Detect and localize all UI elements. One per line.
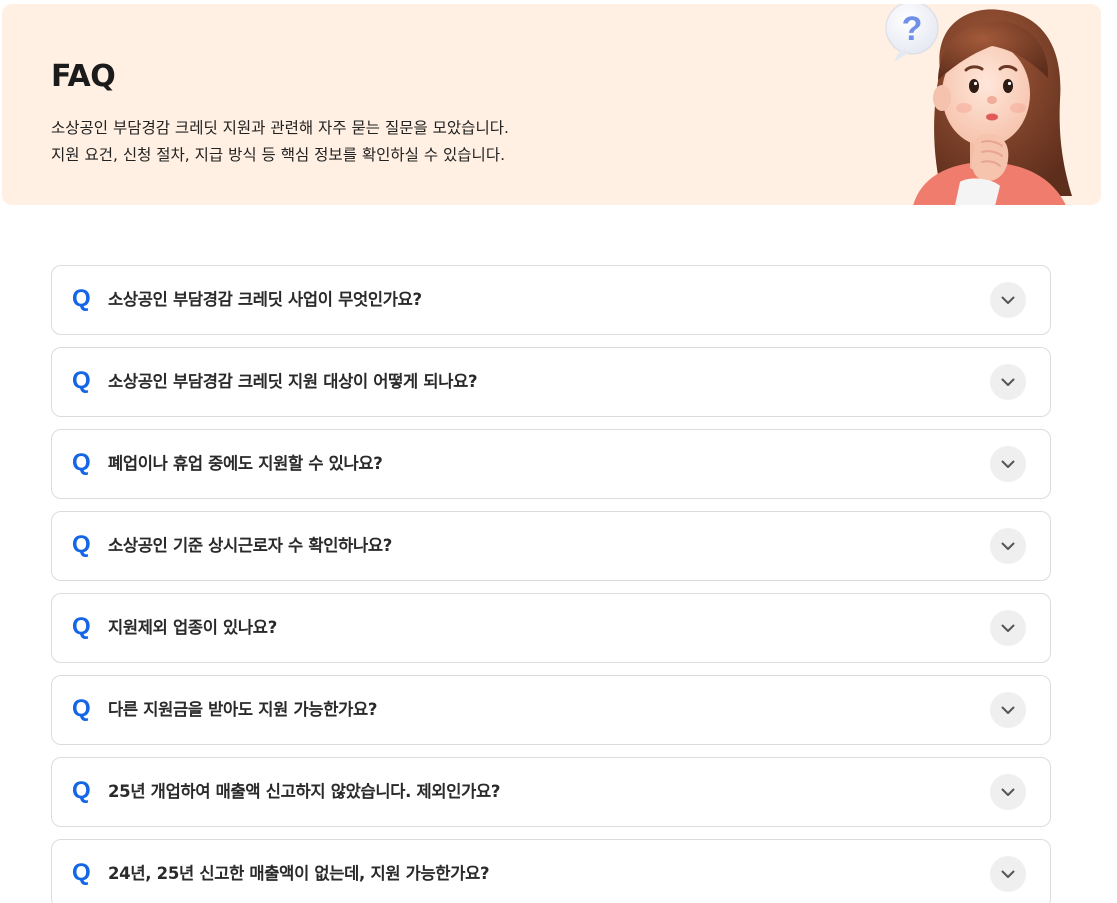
faq-toggle-button[interactable] <box>990 528 1026 564</box>
faq-item[interactable]: Q 소상공인 기준 상시근로자 수 확인하나요? <box>51 511 1051 581</box>
question-badge-icon: ? <box>902 10 923 48</box>
faq-toggle-button[interactable] <box>990 692 1026 728</box>
faq-question: 소상공인 기준 상시근로자 수 확인하나요? <box>108 536 393 555</box>
faq-q-marker: Q <box>72 859 91 886</box>
faq-item[interactable]: Q 다른 지원금을 받아도 지원 가능한가요? <box>51 675 1051 745</box>
hero-description-line: 지원 요건, 신청 절차, 지급 방식 등 핵심 정보를 확인하실 수 있습니다… <box>51 146 505 164</box>
faq-q-marker: Q <box>72 285 91 312</box>
chevron-down-icon <box>1001 788 1015 796</box>
faq-q-marker: Q <box>72 449 91 476</box>
faq-q-marker: Q <box>72 613 91 640</box>
chevron-down-icon <box>1001 542 1015 550</box>
faq-item[interactable]: Q 지원제외 업종이 있나요? <box>51 593 1051 663</box>
faq-question: 지원제외 업종이 있나요? <box>108 618 277 637</box>
chevron-down-icon <box>1001 378 1015 386</box>
faq-item[interactable]: Q 25년 개업하여 매출액 신고하지 않았습니다. 제외인가요? <box>51 757 1051 827</box>
faq-hero-banner: FAQ 소상공인 부담경감 크레딧 지원과 관련해 자주 묻는 질문을 모았습니… <box>2 4 1101 205</box>
faq-toggle-button[interactable] <box>990 282 1026 318</box>
chevron-down-icon <box>1001 706 1015 714</box>
faq-q-marker: Q <box>72 531 91 558</box>
faq-question: 소상공인 부담경감 크레딧 사업이 무엇인가요? <box>108 290 422 309</box>
faq-item[interactable]: Q 폐업이나 휴업 중에도 지원할 수 있나요? <box>51 429 1051 499</box>
faq-item[interactable]: Q 24년, 25년 신고한 매출액이 없는데, 지원 가능한가요? <box>51 839 1051 903</box>
chevron-down-icon <box>1001 460 1015 468</box>
faq-toggle-button[interactable] <box>990 446 1026 482</box>
faq-toggle-button[interactable] <box>990 610 1026 646</box>
faq-item[interactable]: Q 소상공인 부담경감 크레딧 지원 대상이 어떻게 되나요? <box>51 347 1051 417</box>
chevron-down-icon <box>1001 624 1015 632</box>
chevron-down-icon <box>1001 296 1015 304</box>
page-title: FAQ <box>51 59 116 94</box>
faq-toggle-button[interactable] <box>990 774 1026 810</box>
faq-question: 다른 지원금을 받아도 지원 가능한가요? <box>108 700 378 719</box>
faq-q-marker: Q <box>72 367 91 394</box>
chevron-down-icon <box>1001 870 1015 878</box>
faq-q-marker: Q <box>72 695 91 722</box>
faq-question: 소상공인 부담경감 크레딧 지원 대상이 어떻게 되나요? <box>108 372 478 391</box>
hero-description-line: 소상공인 부담경감 크레딧 지원과 관련해 자주 묻는 질문을 모았습니다. <box>51 119 509 137</box>
faq-toggle-button[interactable] <box>990 364 1026 400</box>
faq-list: Q 소상공인 부담경감 크레딧 사업이 무엇인가요? Q 소상공인 부담경감 크… <box>51 265 1051 903</box>
faq-question: 24년, 25년 신고한 매출액이 없는데, 지원 가능한가요? <box>108 864 490 883</box>
thinking-woman-illustration: ? <box>882 4 1082 205</box>
faq-q-marker: Q <box>72 777 91 804</box>
hero-description: 소상공인 부담경감 크레딧 지원과 관련해 자주 묻는 질문을 모았습니다. 지… <box>51 115 509 169</box>
faq-toggle-button[interactable] <box>990 856 1026 892</box>
faq-question: 폐업이나 휴업 중에도 지원할 수 있나요? <box>108 454 383 473</box>
faq-page: FAQ 소상공인 부담경감 크레딧 지원과 관련해 자주 묻는 질문을 모았습니… <box>0 0 1117 903</box>
faq-question: 25년 개업하여 매출액 신고하지 않았습니다. 제외인가요? <box>108 782 501 801</box>
faq-item[interactable]: Q 소상공인 부담경감 크레딧 사업이 무엇인가요? <box>51 265 1051 335</box>
